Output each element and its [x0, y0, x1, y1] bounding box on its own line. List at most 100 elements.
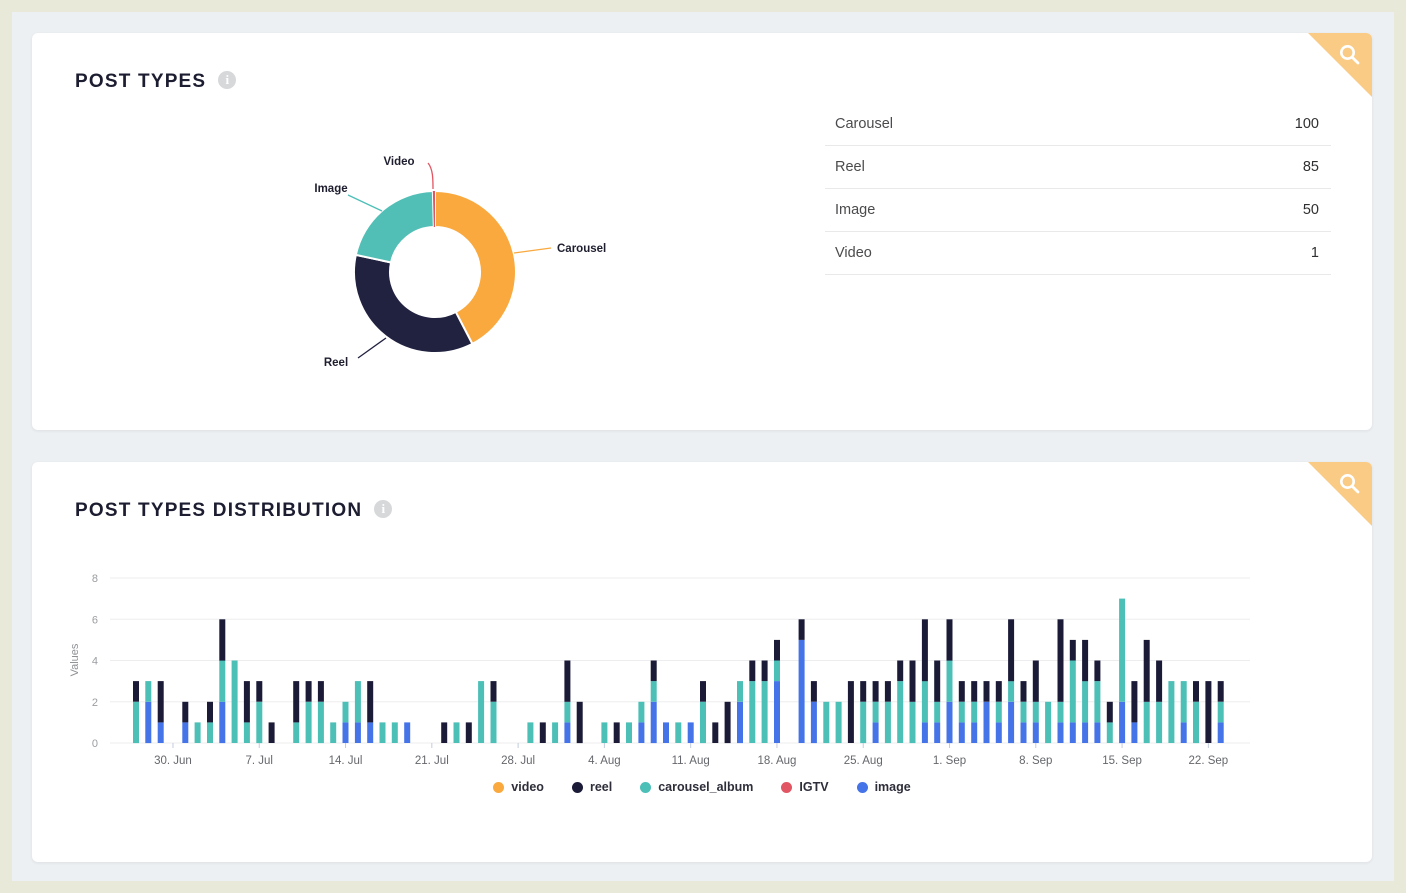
table-row: Image 50: [825, 189, 1331, 232]
donut-label-reel: Reel: [324, 357, 348, 369]
bar-segment-reel: [158, 681, 164, 722]
legend-item-IGTV[interactable]: IGTV: [781, 780, 828, 794]
x-tick-label: 1. Sep: [933, 755, 966, 767]
bar-segment-carousel_album: [971, 702, 977, 723]
bar-segment-image: [404, 722, 410, 743]
bar-segment-carousel_album: [343, 702, 349, 723]
bar-segment-carousel_album: [1094, 681, 1100, 722]
bar-segment-reel: [947, 619, 953, 660]
bar-segment-carousel_album: [651, 681, 657, 702]
row-label: Carousel: [835, 116, 893, 132]
bar-segment-reel: [1218, 681, 1224, 702]
legend-dot-reel: [572, 782, 583, 793]
y-tick-label: 6: [92, 614, 98, 626]
bar-segment-carousel_album: [638, 702, 644, 723]
bar-segment-reel: [910, 661, 916, 702]
bar-segment-reel: [725, 702, 731, 743]
bar-segment-carousel_album: [392, 722, 398, 743]
bar-segment-reel: [1193, 681, 1199, 702]
bar-segment-reel: [133, 681, 139, 702]
bar-segment-image: [1218, 722, 1224, 743]
legend-label: reel: [590, 780, 612, 794]
bar-segment-reel: [244, 681, 250, 722]
row-value: 85: [1303, 159, 1319, 175]
leader-line-image: [348, 195, 382, 211]
bar-segment-reel: [749, 661, 755, 682]
bar-segment-reel: [306, 681, 312, 702]
table-row: Video 1: [825, 232, 1331, 275]
bar-segment-carousel_album: [959, 702, 965, 723]
row-value: 100: [1295, 116, 1319, 132]
legend-label: image: [875, 780, 911, 794]
y-tick-label: 8: [92, 573, 98, 585]
bar-segment-image: [984, 702, 990, 743]
bar-segment-carousel_album: [860, 702, 866, 743]
bar-segment-carousel_album: [910, 702, 916, 743]
legend-dot-image: [857, 782, 868, 793]
bar-segment-carousel_album: [675, 722, 681, 743]
bar-segment-carousel_album: [318, 702, 324, 743]
legend-label: video: [511, 780, 544, 794]
bar-segment-carousel_album: [873, 702, 879, 723]
legend-label: carousel_album: [658, 780, 753, 794]
bar-segment-carousel_album: [774, 661, 780, 682]
y-tick-label: 0: [92, 738, 98, 750]
bar-segment-carousel_album: [836, 702, 842, 743]
bar-segment-carousel_album: [491, 702, 497, 743]
bar-segment-carousel_album: [922, 681, 928, 722]
chart-legend: video reel carousel_album IGTV image: [32, 780, 1372, 794]
bar-segment-carousel_album: [454, 722, 460, 743]
donut-slice-reel: [354, 255, 472, 353]
x-tick-label: 30. Jun: [154, 755, 192, 767]
bar-segment-carousel_album: [823, 702, 829, 743]
bar-segment-image: [182, 722, 188, 743]
bar-segment-image: [219, 702, 225, 743]
bar-segment-carousel_album: [897, 681, 903, 743]
bar-segment-carousel_album: [306, 702, 312, 743]
legend-item-image[interactable]: image: [857, 780, 911, 794]
bar-segment-image: [564, 722, 570, 743]
bar-segment-reel: [700, 681, 706, 702]
bar-segment-carousel_album: [1070, 661, 1076, 723]
bar-segment-reel: [712, 722, 718, 743]
table-row: Carousel 100: [825, 103, 1331, 146]
legend-item-carousel_album[interactable]: carousel_album: [640, 780, 753, 794]
bar-segment-reel: [1033, 661, 1039, 702]
bar-segment-reel: [1070, 640, 1076, 661]
x-tick-label: 7. Jul: [246, 755, 274, 767]
legend-item-video[interactable]: video: [493, 780, 544, 794]
bar-segment-image: [1058, 722, 1064, 743]
bar-segment-image: [971, 722, 977, 743]
bar-segment-image: [1119, 702, 1125, 743]
bar-segment-carousel_album: [330, 722, 336, 743]
bar-segment-reel: [762, 661, 768, 682]
bar-segment-image: [959, 722, 965, 743]
bar-segment-carousel_album: [1193, 702, 1199, 743]
bar-segment-image: [996, 722, 1002, 743]
leader-line-video: [428, 163, 433, 189]
x-tick-label: 28. Jul: [501, 755, 535, 767]
x-tick-label: 4. Aug: [588, 755, 621, 767]
bar-segment-carousel_album: [552, 722, 558, 743]
bar-segment-carousel_album: [1181, 681, 1187, 722]
donut-chart: Video Image Carousel Reel: [32, 33, 772, 430]
bar-segment-reel: [971, 681, 977, 702]
x-tick-label: 25. Aug: [844, 755, 883, 767]
bar-segment-image: [1094, 722, 1100, 743]
bar-segment-carousel_album: [1058, 702, 1064, 723]
legend-dot-IGTV: [781, 782, 792, 793]
magnifier-icon[interactable]: [1337, 42, 1363, 68]
bar-segment-carousel_album: [1045, 702, 1051, 743]
bar-segment-carousel_album: [762, 681, 768, 743]
bar-segment-reel: [1082, 640, 1088, 681]
legend-item-reel[interactable]: reel: [572, 780, 612, 794]
bar-segment-carousel_album: [1119, 599, 1125, 702]
bar-segment-carousel_album: [626, 722, 632, 743]
bar-segment-reel: [269, 722, 275, 743]
bar-segment-image: [663, 722, 669, 743]
post-types-card: POST TYPESi Video Image Carousel Reel Ca…: [32, 33, 1372, 430]
bar-segment-reel: [774, 640, 780, 661]
post-types-table: Carousel 100 Reel 85 Image 50 Video 1: [825, 103, 1331, 275]
bar-segment-reel: [848, 681, 854, 743]
bar-segment-carousel_album: [133, 702, 139, 743]
